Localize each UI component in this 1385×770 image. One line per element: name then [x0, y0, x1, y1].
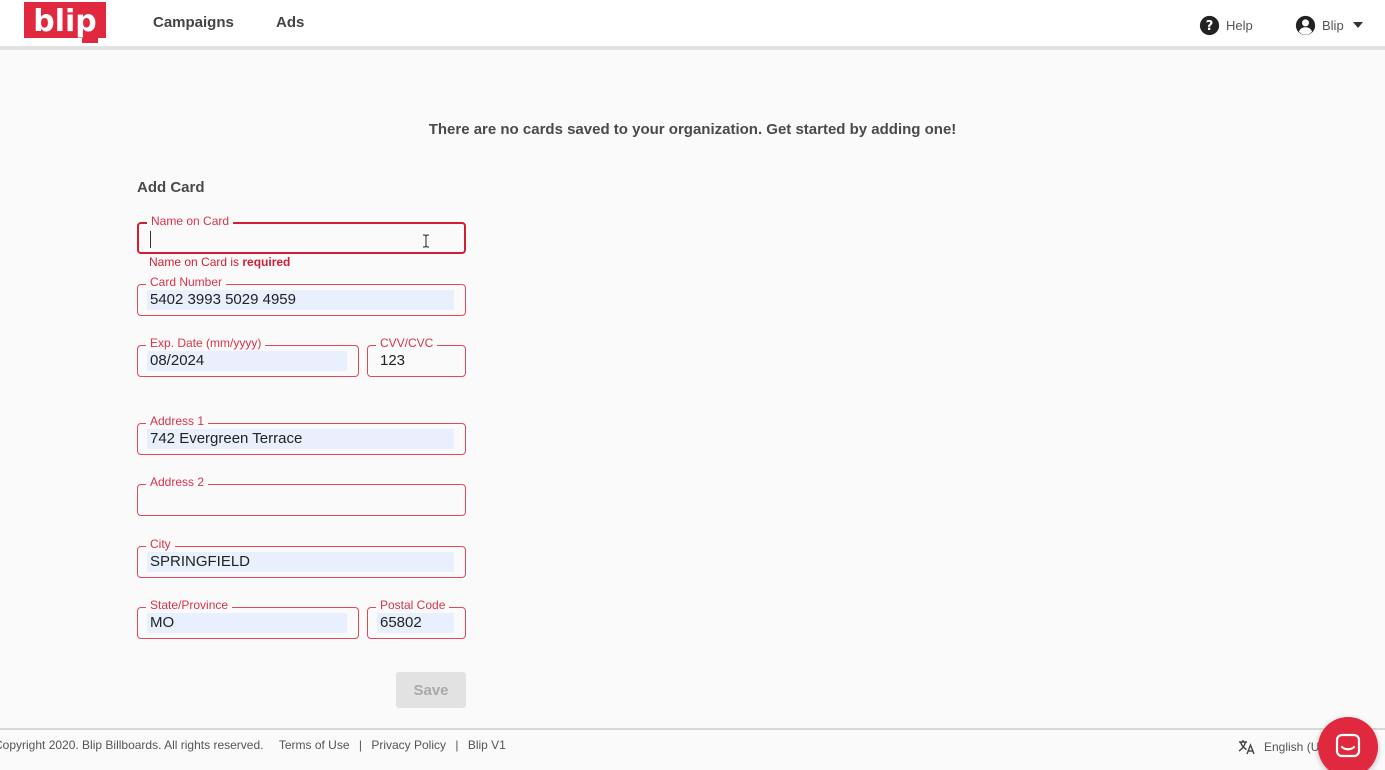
add-card-title: Add Card	[137, 179, 205, 196]
nav-ads[interactable]: Ads	[276, 14, 304, 31]
caret-down-icon	[1352, 22, 1363, 28]
state-value: MO	[147, 613, 347, 633]
address2-field[interactable]: Address 2	[137, 475, 466, 516]
cvv-label: CVV/CVC	[376, 336, 438, 350]
blip-logo[interactable]: blip	[24, 2, 106, 43]
save-button[interactable]: Save	[396, 672, 466, 708]
user-name: Blip	[1322, 17, 1344, 33]
card-number-field[interactable]: Card Number 5402 3993 5029 4959	[137, 275, 466, 316]
postal-code-field[interactable]: Postal Code 65802	[367, 598, 466, 639]
footer-links: Copyright 2020. Blip Billboards. All rig…	[0, 738, 506, 752]
logo-text: blip	[33, 4, 97, 39]
postal-code-value: 65802	[377, 613, 454, 633]
help-label: Help	[1226, 17, 1253, 33]
name-on-card-field[interactable]: Name on Card	[137, 214, 466, 254]
address1-value: 742 Evergreen Terrace	[147, 429, 454, 449]
name-on-card-label: Name on Card	[147, 214, 234, 228]
cvv-field[interactable]: CVV/CVC 123	[367, 336, 466, 377]
footer-separator: |	[455, 738, 459, 752]
help-link[interactable]: ? Help	[1199, 14, 1253, 36]
error-required: required	[242, 255, 291, 269]
text-cursor	[150, 231, 151, 248]
address2-label: Address 2	[146, 475, 209, 489]
copyright-text: Copyright 2020. Blip Billboards. All rig…	[0, 738, 264, 752]
account-circle-icon	[1295, 15, 1316, 35]
state-label: State/Province	[146, 598, 233, 612]
chat-launcher-button[interactable]	[1318, 717, 1378, 770]
error-prefix: Name on Card is	[149, 255, 243, 269]
privacy-link[interactable]: Privacy Policy	[371, 738, 446, 752]
nav-campaigns[interactable]: Campaigns	[153, 14, 234, 31]
cvv-value: 123	[380, 352, 406, 369]
city-value: SPRINGFIELD	[147, 552, 454, 572]
svg-text:?: ?	[1206, 18, 1214, 33]
footer: Copyright 2020. Blip Billboards. All rig…	[0, 728, 1385, 770]
terms-link[interactable]: Terms of Use	[279, 738, 350, 752]
no-cards-message: There are no cards saved to your organiz…	[428, 121, 957, 138]
translate-icon	[1238, 740, 1255, 755]
exp-date-value: 08/2024	[147, 351, 347, 371]
footer-separator: |	[358, 738, 362, 752]
card-number-value: 5402 3993 5029 4959	[147, 290, 454, 310]
ibeam-cursor-icon	[423, 234, 429, 248]
address1-field[interactable]: Address 1 742 Evergreen Terrace	[137, 414, 466, 455]
exp-date-label: Exp. Date (mm/yyyy)	[146, 336, 266, 350]
top-navbar: blip Campaigns Ads ? Help Blip	[0, 0, 1385, 50]
city-label: City	[146, 537, 175, 551]
city-field[interactable]: City SPRINGFIELD	[137, 537, 466, 578]
card-number-label: Card Number	[146, 275, 227, 289]
chat-icon	[1335, 733, 1361, 758]
user-menu[interactable]: Blip	[1295, 14, 1363, 36]
address1-label: Address 1	[146, 414, 209, 428]
name-required-error: Name on Card is required	[149, 255, 290, 269]
postal-code-label: Postal Code	[376, 598, 450, 612]
help-circle-icon: ?	[1199, 15, 1220, 35]
state-field[interactable]: State/Province MO	[137, 598, 359, 639]
exp-date-field[interactable]: Exp. Date (mm/yyyy) 08/2024	[137, 336, 359, 377]
version-text: Blip V1	[467, 738, 506, 752]
